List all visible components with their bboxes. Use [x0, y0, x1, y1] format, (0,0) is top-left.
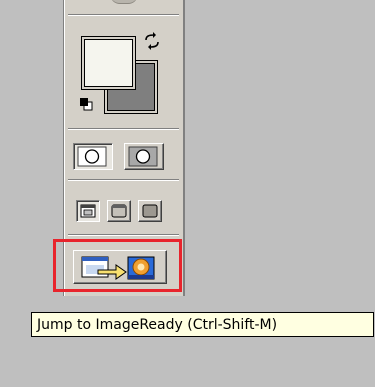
swap-colors-icon[interactable] — [143, 32, 161, 50]
standard-mode-icon — [77, 146, 107, 167]
standard-screen-mode-icon — [80, 204, 96, 218]
tooltip: Jump to ImageReady (Ctrl-Shift-M) — [31, 312, 374, 337]
quick-mask-mode-icon — [128, 146, 158, 167]
quick-mask-mode-button[interactable] — [124, 143, 164, 170]
palette-top-strip — [68, 0, 180, 4]
full-screen-mode-icon — [142, 204, 158, 218]
palette-separator — [68, 14, 179, 16]
standard-screen-mode-button[interactable] — [76, 200, 100, 222]
full-screen-menu-button[interactable] — [107, 200, 131, 222]
palette-top-nub — [110, 0, 138, 4]
palette-separator — [68, 128, 179, 130]
palette-separator — [68, 234, 179, 236]
full-screen-menu-icon — [111, 204, 127, 218]
foreground-color-swatch[interactable] — [81, 36, 136, 90]
standard-mode-button[interactable] — [73, 143, 113, 170]
default-colors-icon[interactable] — [79, 97, 93, 111]
tooltip-text: Jump to ImageReady (Ctrl-Shift-M) — [37, 317, 278, 333]
palette-separator — [68, 179, 179, 181]
desktop-background: Jump to ImageReady (Ctrl-Shift-M) — [0, 0, 375, 387]
full-screen-mode-button[interactable] — [138, 200, 162, 222]
highlight-frame — [53, 239, 182, 292]
